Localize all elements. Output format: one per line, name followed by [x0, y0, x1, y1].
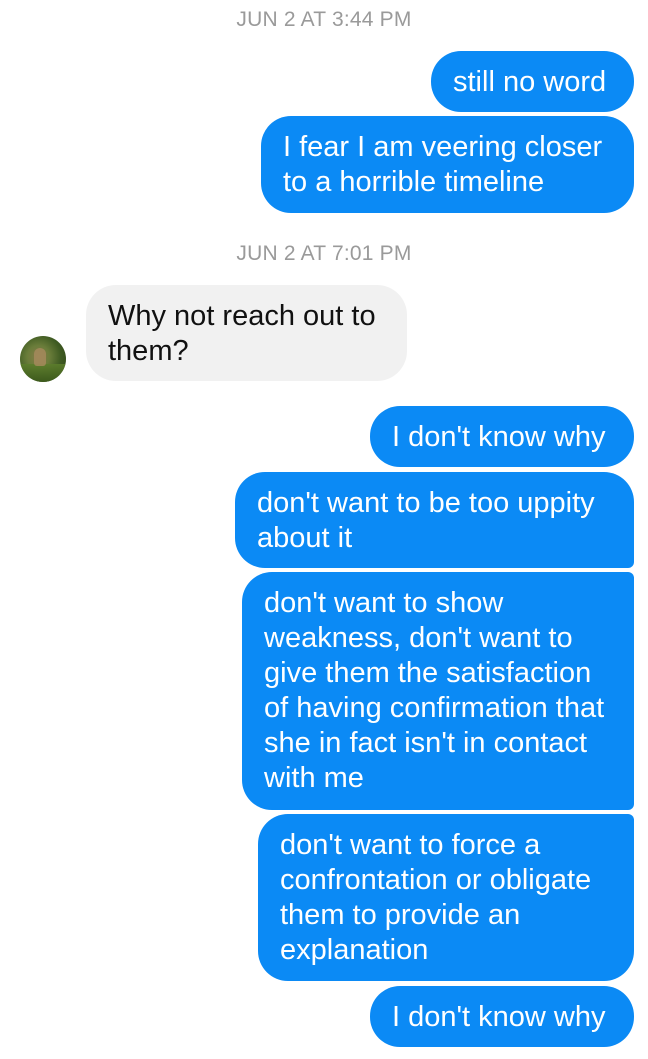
avatar-figure-shape [34, 348, 46, 366]
outgoing-message-bubble[interactable]: don't want to be too uppity about it [235, 472, 634, 568]
outgoing-message-bubble[interactable]: still no word [431, 51, 634, 112]
outgoing-message-bubble[interactable]: don't want to force a confrontation or o… [258, 814, 634, 981]
outgoing-message-bubble[interactable]: I don't know why [370, 406, 634, 467]
timestamp-divider: JUN 2 AT 7:01 PM [236, 242, 412, 265]
contact-avatar[interactable] [20, 336, 66, 382]
timestamp-divider: JUN 2 AT 3:44 PM [236, 8, 412, 31]
outgoing-message-bubble[interactable]: don't want to show weakness, don't want … [242, 572, 634, 810]
outgoing-message-bubble[interactable]: I don't know why [370, 986, 634, 1047]
outgoing-message-bubble[interactable]: I fear I am veering closer to a horrible… [261, 116, 634, 213]
incoming-message-bubble[interactable]: Why not reach out to them? [86, 285, 407, 381]
avatar-grass-shape [20, 364, 66, 382]
